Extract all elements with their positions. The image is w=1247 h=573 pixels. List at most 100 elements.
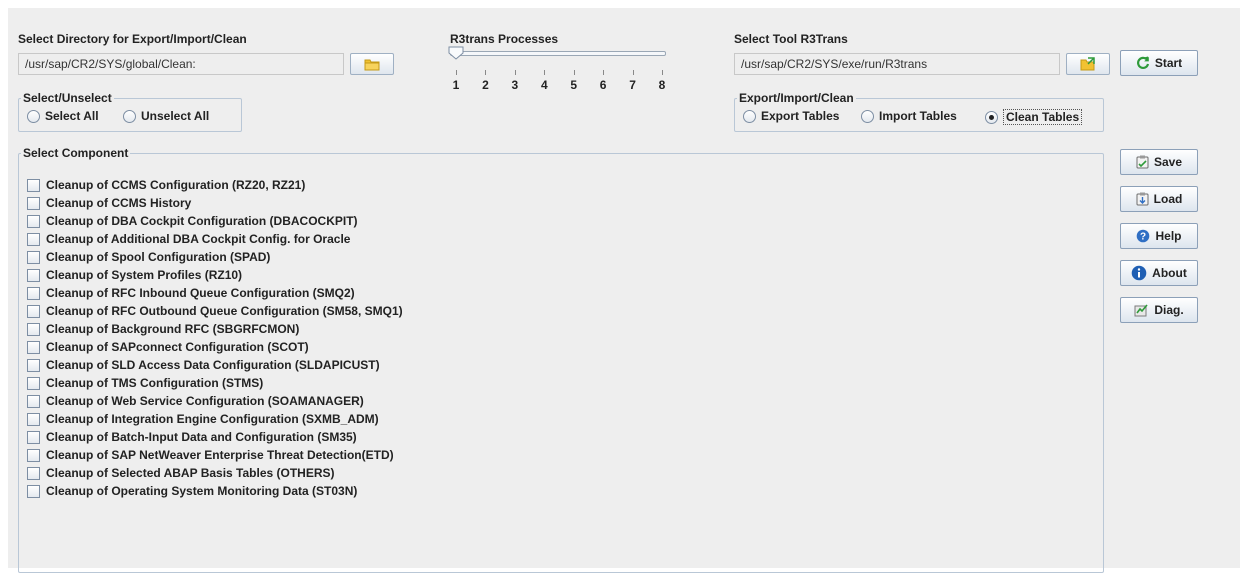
component-group-title: Select Component [21, 146, 131, 160]
select-all-label: Select All [45, 109, 99, 123]
main-panel: Select Directory for Export/Import/Clean… [8, 8, 1240, 573]
checkbox[interactable] [27, 376, 40, 390]
component-checkbox-item[interactable]: Cleanup of Integration Engine Configurat… [27, 410, 403, 428]
select-unselect-title: Select/Unselect [21, 91, 114, 105]
component-checkbox-item[interactable]: Cleanup of Web Service Configuration (SO… [27, 392, 403, 410]
component-label: Cleanup of SAP NetWeaver Enterprise Thre… [46, 448, 394, 462]
help-button[interactable]: ? Help [1120, 223, 1198, 249]
component-checkbox-item[interactable]: Cleanup of Selected ABAP Basis Tables (O… [27, 464, 403, 482]
processes-label: R3trans Processes [450, 32, 559, 46]
export-dir-field[interactable]: /usr/sap/CR2/SYS/global/Clean: [18, 53, 344, 75]
select-unselect-group: Select/Unselect Select All Unselect All [18, 91, 242, 132]
component-checkbox-item[interactable]: Cleanup of CCMS History [27, 194, 403, 212]
component-checkbox-item[interactable]: Cleanup of CCMS Configuration (RZ20, RZ2… [27, 176, 403, 194]
checkbox[interactable] [27, 304, 40, 318]
checkbox[interactable] [27, 232, 40, 246]
slider-thumb[interactable] [448, 46, 464, 60]
component-checkbox-item[interactable]: Cleanup of RFC Inbound Queue Configurati… [27, 284, 403, 302]
help-icon: ? [1137, 229, 1150, 243]
component-checkbox-item[interactable]: Cleanup of TMS Configuration (STMS) [27, 374, 403, 392]
checkbox[interactable] [27, 322, 40, 336]
clean-tables-label: Clean Tables [1003, 109, 1083, 125]
unselect-all-label: Unselect All [141, 109, 210, 123]
start-button[interactable]: Start [1120, 50, 1198, 76]
component-label: Cleanup of Operating System Monitoring D… [46, 484, 358, 498]
checkbox[interactable] [27, 286, 40, 300]
checkbox[interactable] [27, 448, 40, 462]
component-label: Cleanup of Spool Configuration (SPAD) [46, 250, 271, 264]
component-checkbox-item[interactable]: Cleanup of DBA Cockpit Configuration (DB… [27, 212, 403, 230]
tool-field[interactable]: /usr/sap/CR2/SYS/exe/run/R3trans [734, 53, 1060, 75]
load-button-label: Load [1153, 192, 1183, 206]
folder-icon [364, 59, 380, 70]
radio-circle [743, 109, 756, 123]
start-button-label: Start [1154, 56, 1183, 70]
select-all-radio[interactable]: Select All [27, 109, 99, 123]
component-label: Cleanup of Additional DBA Cockpit Config… [46, 232, 351, 246]
checkbox[interactable] [27, 268, 40, 282]
slider-tick-label: 6 [599, 78, 607, 92]
radio-circle [861, 109, 874, 123]
slider-tick [485, 70, 487, 75]
radio-circle [123, 109, 136, 123]
tool-label: Select Tool R3Trans [734, 32, 848, 46]
load-button[interactable]: Load [1120, 186, 1198, 212]
checkbox[interactable] [27, 466, 40, 480]
slider-tick [603, 70, 605, 75]
component-checkbox-item[interactable]: Cleanup of Batch-Input Data and Configur… [27, 428, 403, 446]
clean-tables-radio[interactable]: Clean Tables [985, 109, 1083, 125]
processes-slider[interactable] [450, 51, 666, 56]
component-checkbox-item[interactable]: Cleanup of SAP NetWeaver Enterprise Thre… [27, 446, 403, 464]
mode-group-title: Export/Import/Clean [737, 91, 856, 105]
slider-tick [456, 70, 457, 75]
slider-tick [514, 70, 516, 75]
mode-group: Export/Import/Clean Export Tables Import… [734, 91, 1104, 132]
component-checkbox-item[interactable]: Cleanup of Additional DBA Cockpit Config… [27, 230, 403, 248]
component-checkbox-item[interactable]: Cleanup of SLD Access Data Configuration… [27, 356, 403, 374]
component-group: Select Component Cleanup of CCMS Configu… [18, 146, 1104, 573]
checkbox[interactable] [27, 214, 40, 228]
about-button-label: About [1152, 266, 1187, 280]
slider-tick-label: 5 [570, 78, 578, 92]
checkbox[interactable] [27, 430, 40, 444]
svg-text:?: ? [1140, 232, 1146, 243]
slider-tick-label: 3 [511, 78, 519, 92]
checkbox[interactable] [27, 358, 40, 372]
component-checkbox-item[interactable]: Cleanup of Operating System Monitoring D… [27, 482, 403, 500]
component-checkbox-item[interactable]: Cleanup of RFC Outbound Queue Configurat… [27, 302, 403, 320]
checkbox[interactable] [27, 484, 40, 498]
component-checkbox-item[interactable]: Cleanup of Background RFC (SBGRFCMON) [27, 320, 403, 338]
checkbox[interactable] [27, 340, 40, 354]
component-label: Cleanup of DBA Cockpit Configuration (DB… [46, 214, 358, 228]
slider-tick-label: 7 [629, 78, 636, 92]
slider-tick-label: 2 [482, 78, 489, 92]
about-button[interactable]: About [1120, 260, 1198, 286]
save-button[interactable]: Save [1120, 149, 1198, 175]
radio-circle [27, 109, 40, 123]
unselect-all-radio[interactable]: Unselect All [123, 109, 209, 123]
load-clipboard-icon [1136, 192, 1149, 206]
checkbox[interactable] [27, 394, 40, 408]
import-tables-radio[interactable]: Import Tables [861, 109, 957, 123]
component-checkbox-item[interactable]: Cleanup of SAPconnect Configuration (SCO… [27, 338, 403, 356]
checkbox[interactable] [27, 178, 40, 192]
slider-tick [632, 70, 634, 75]
component-label: Cleanup of Integration Engine Configurat… [46, 412, 379, 426]
component-label: Cleanup of CCMS History [46, 196, 192, 210]
slider-tick-label: 1 [452, 78, 460, 92]
checkbox[interactable] [27, 412, 40, 426]
browse-tool-button[interactable] [1066, 53, 1110, 75]
component-label: Cleanup of Background RFC (SBGRFCMON) [46, 322, 300, 336]
component-checkbox-item[interactable]: Cleanup of Spool Configuration (SPAD) [27, 248, 403, 266]
checkbox[interactable] [27, 196, 40, 210]
diagnostics-icon [1134, 304, 1148, 317]
component-checkbox-item[interactable]: Cleanup of System Profiles (RZ10) [27, 266, 403, 284]
export-tables-radio[interactable]: Export Tables [743, 109, 839, 123]
component-label: Cleanup of Selected ABAP Basis Tables (O… [46, 466, 335, 480]
checkbox[interactable] [27, 250, 40, 264]
component-label: Cleanup of RFC Inbound Queue Configurati… [46, 286, 355, 300]
browse-dir-button[interactable] [350, 53, 394, 75]
diag-button[interactable]: Diag. [1120, 297, 1198, 323]
radio-circle-selected [985, 110, 998, 124]
component-label: Cleanup of SAPconnect Configuration (SCO… [46, 340, 309, 354]
